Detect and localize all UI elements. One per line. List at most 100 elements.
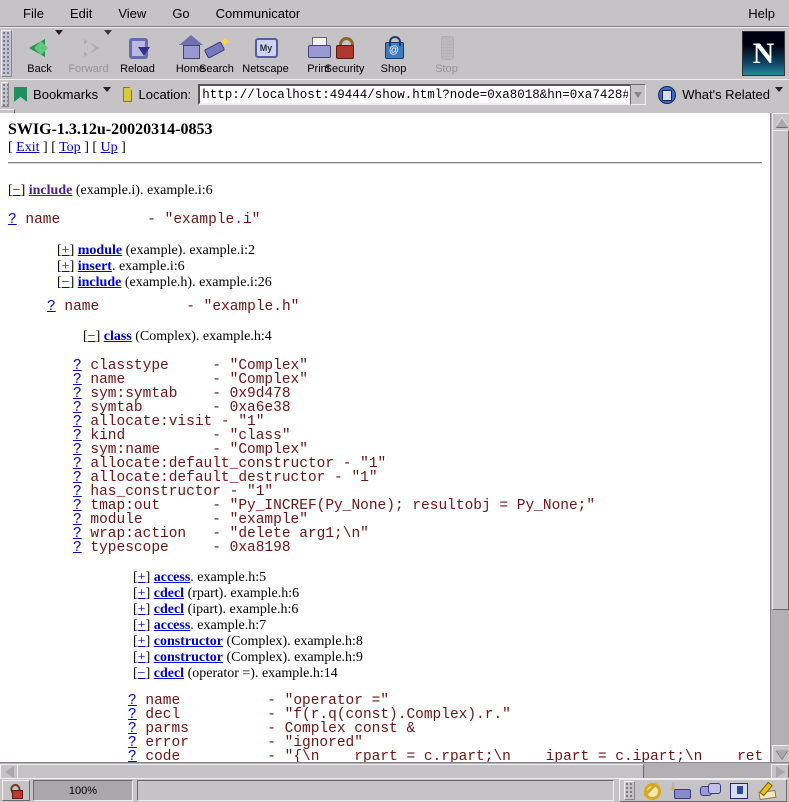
nav-link-exit[interactable]: Exit [16, 140, 39, 155]
nav-link-top[interactable]: Top [59, 140, 81, 155]
scroll-down-button[interactable] [772, 745, 789, 763]
toolbar-grip[interactable] [1, 30, 12, 77]
toolbar-button-label: Netscape [242, 63, 288, 75]
dropdown-arrow-icon [55, 30, 63, 35]
attr-query-link[interactable]: ? [8, 212, 17, 228]
shop-button[interactable]: Shop [370, 30, 417, 77]
menu-help[interactable]: Help [734, 2, 789, 25]
node-tag-link[interactable]: cdecl [154, 602, 184, 617]
node-tag-link[interactable]: include [29, 183, 73, 198]
shop-bag-icon [380, 35, 408, 61]
stop-icon [433, 35, 461, 61]
home-button[interactable]: Home [190, 30, 191, 77]
progress-meter: 100% [33, 780, 133, 801]
attr-query-link[interactable]: ? [47, 299, 56, 315]
up-arrow-icon [776, 118, 788, 127]
component-bar [619, 779, 787, 802]
bookmarks-button[interactable]: Bookmarks [10, 85, 117, 104]
composer-icon[interactable] [757, 782, 778, 799]
whats-related-button[interactable]: What's Related [652, 84, 789, 106]
node-toggle-link[interactable]: − [138, 666, 146, 681]
stop-button: Stop [446, 30, 447, 77]
reload-icon [124, 35, 152, 61]
node-detail-text: (Complex). example.h:9 [223, 650, 363, 665]
node-toggle-link[interactable]: + [138, 618, 146, 633]
tree-attr-row: ? symtab - 0xa6e38 [73, 401, 770, 415]
node-toggle-link[interactable]: + [138, 586, 146, 601]
security-status-button[interactable] [2, 780, 30, 801]
node-toggle-link[interactable]: + [62, 259, 70, 274]
discussions-icon[interactable] [699, 782, 720, 799]
page-title: SWIG-1.3.12u-20020314-0853 [8, 121, 770, 139]
location-toolbar: Bookmarks Location: What's Related [0, 79, 789, 110]
spacer [8, 291, 9, 300]
attr-text: name - "example.i" [17, 212, 261, 228]
bookmarks-label: Bookmarks [33, 87, 98, 102]
search-button[interactable]: Search [193, 30, 240, 77]
attr-query-link[interactable]: ? [73, 540, 82, 556]
node-toggle-link[interactable]: − [88, 329, 96, 344]
tree-attr-row: ? kind - "class" [73, 429, 770, 443]
node-toggle-link[interactable]: + [138, 570, 146, 585]
node-detail-text: (example). example.i:2 [122, 243, 255, 258]
horizontal-scroll-thumb[interactable] [17, 764, 644, 779]
address-book-icon[interactable] [728, 782, 749, 799]
toolbar-button-label: Security [325, 63, 365, 75]
security-lock-icon [331, 35, 359, 61]
parse-tree: [−] include (example.i). example.i:6? na… [8, 164, 770, 762]
node-toggle-link[interactable]: − [13, 183, 21, 198]
url-input[interactable] [198, 84, 630, 105]
node-toggle-link[interactable]: − [62, 275, 70, 290]
node-toggle-link[interactable]: + [138, 650, 146, 665]
node-tag-link[interactable]: include [78, 275, 122, 290]
nav-link-up[interactable]: Up [101, 140, 118, 155]
mailbox-icon[interactable] [670, 782, 691, 799]
print-button[interactable]: Print [318, 30, 319, 77]
menu-view[interactable]: View [105, 2, 159, 25]
attr-text: typescope - 0xa8198 [82, 540, 291, 556]
netscape-logo[interactable]: N [742, 31, 785, 76]
menu-file[interactable]: File [10, 2, 57, 25]
reload-button[interactable]: Reload [114, 30, 161, 77]
bookmarks-dropdown-icon [103, 87, 111, 92]
node-tag-link[interactable]: cdecl [154, 666, 184, 681]
spacer [8, 555, 9, 570]
back-button[interactable]: Back [16, 30, 63, 77]
node-toggle-link[interactable]: + [138, 634, 146, 649]
horizontal-scrollbar[interactable] [0, 762, 789, 778]
netscape-button[interactable]: Netscape [242, 30, 289, 77]
tree-attr-row: ? classtype - "Complex" [73, 359, 770, 373]
attr-query-link[interactable]: ? [128, 749, 137, 762]
node-tag-link[interactable]: class [104, 329, 132, 344]
location-toolbar-grip[interactable] [1, 82, 9, 107]
page-nav-links: [ Exit ] [ Top ] [ Up ] [8, 140, 770, 156]
bookmark-icon [14, 87, 27, 102]
node-toggle-link[interactable]: + [138, 602, 146, 617]
node-tag-link[interactable]: module [78, 243, 122, 258]
node-tag-link[interactable]: constructor [154, 650, 223, 665]
vertical-scrollbar[interactable] [770, 113, 789, 762]
right-arrow-icon [776, 766, 785, 778]
node-toggle-link[interactable]: + [62, 243, 70, 258]
menu-edit[interactable]: Edit [57, 2, 105, 25]
node-tag-link[interactable]: access [154, 618, 191, 633]
node-tag-link[interactable]: constructor [154, 634, 223, 649]
menu-go[interactable]: Go [159, 2, 202, 25]
navigator-wheel-icon[interactable] [641, 782, 662, 799]
node-tag-link[interactable]: access [154, 570, 191, 585]
node-tag-link[interactable]: insert [78, 259, 112, 274]
node-tag-link[interactable]: cdecl [154, 586, 184, 601]
tree-node-row: [−] include (example.i). example.i:6 [8, 183, 770, 199]
forward-button: Forward [65, 30, 112, 77]
component-bar-grip[interactable] [624, 781, 635, 800]
node-detail-text: (ipart). example.h:6 [184, 602, 298, 617]
security-button[interactable]: Security [321, 30, 368, 77]
vertical-scroll-thumb[interactable] [772, 130, 789, 610]
menu-communicator[interactable]: Communicator [203, 2, 314, 25]
tree-attr-row: ? sym:name - "Complex" [73, 443, 770, 457]
page-proxy-icon[interactable] [123, 87, 132, 102]
spacer [8, 199, 9, 213]
scroll-up-button[interactable] [772, 113, 789, 131]
url-dropdown-button[interactable] [630, 84, 646, 105]
toolbar-button-label: Stop [435, 63, 458, 75]
